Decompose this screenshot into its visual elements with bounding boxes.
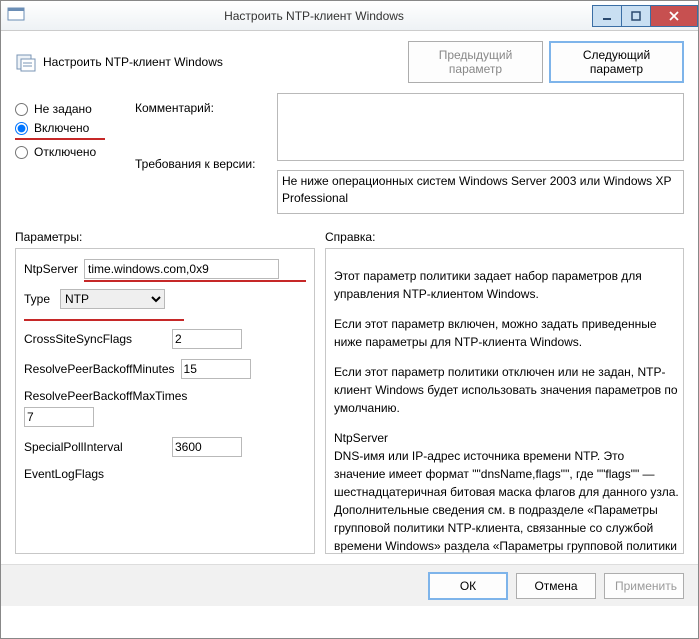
highlight-underline [24,319,184,321]
help-text: Если этот параметр политики отключен или… [334,363,679,417]
radio-enabled[interactable]: Включено [15,121,125,135]
resolvebackoff-input[interactable] [181,359,251,379]
specialpoll-input[interactable] [172,437,242,457]
cancel-button[interactable]: Отмена [516,573,596,599]
close-button[interactable] [650,5,698,27]
radio-not-configured[interactable]: Не задано [15,102,125,116]
eventlog-label: EventLogFlags [24,467,166,481]
crosssite-label: CrossSiteSyncFlags [24,332,166,346]
ok-button[interactable]: ОК [428,572,508,600]
requirements-text: Не ниже операционных систем Windows Serv… [282,174,671,205]
resolvebackoff-label: ResolvePeerBackoffMinutes [24,362,175,376]
radio-not-configured-input[interactable] [15,103,28,116]
window-title: Настроить NTP-клиент Windows [35,9,593,23]
crosssite-input[interactable] [172,329,242,349]
minimize-button[interactable] [592,5,622,27]
type-select[interactable]: NTP [60,289,165,309]
radio-disabled[interactable]: Отключено [15,145,125,159]
policy-icon [15,51,37,73]
apply-button[interactable]: Применить [604,573,684,599]
radio-enabled-input[interactable] [15,122,28,135]
prev-setting-button[interactable]: Предыдущий параметр [408,41,543,83]
help-pane[interactable]: Этот параметр политики задает набор пара… [325,248,684,554]
comment-label: Комментарий: [135,101,267,115]
radio-enabled-label: Включено [34,121,89,135]
parameters-label: Параметры: [15,230,325,244]
parameters-pane: NtpServer Type NTP CrossSiteSyncFlags Re… [15,248,315,554]
resolvebackoffmax-label: ResolvePeerBackoffMaxTimes [24,389,306,403]
radio-disabled-label: Отключено [34,145,96,159]
help-text: Этот параметр политики задает набор пара… [334,267,679,303]
help-label: Справка: [325,230,375,244]
resolvebackoffmax-input[interactable] [24,407,94,427]
requirements-box: Не ниже операционных систем Windows Serv… [277,170,684,214]
ntpserver-input[interactable] [84,259,279,279]
ntpserver-label: NtpServer [24,262,78,276]
highlight-underline [15,138,105,140]
help-text: Если этот параметр включен, можно задать… [334,315,679,351]
help-text: DNS-имя или IP-адрес источника времени N… [334,447,679,554]
radio-disabled-input[interactable] [15,146,28,159]
radio-not-configured-label: Не задано [34,102,92,116]
comment-textarea[interactable] [277,93,684,161]
maximize-button[interactable] [621,5,651,27]
dialog-button-bar: ОК Отмена Применить [1,564,698,606]
type-label: Type [24,292,54,306]
next-setting-button[interactable]: Следующий параметр [549,41,684,83]
requirements-label: Требования к версии: [135,157,267,171]
help-heading: NtpServer [334,429,679,447]
app-icon [7,5,29,27]
title-bar: Настроить NTP-клиент Windows [1,1,698,31]
specialpoll-label: SpecialPollInterval [24,440,166,454]
page-title: Настроить NTP-клиент Windows [43,55,408,69]
